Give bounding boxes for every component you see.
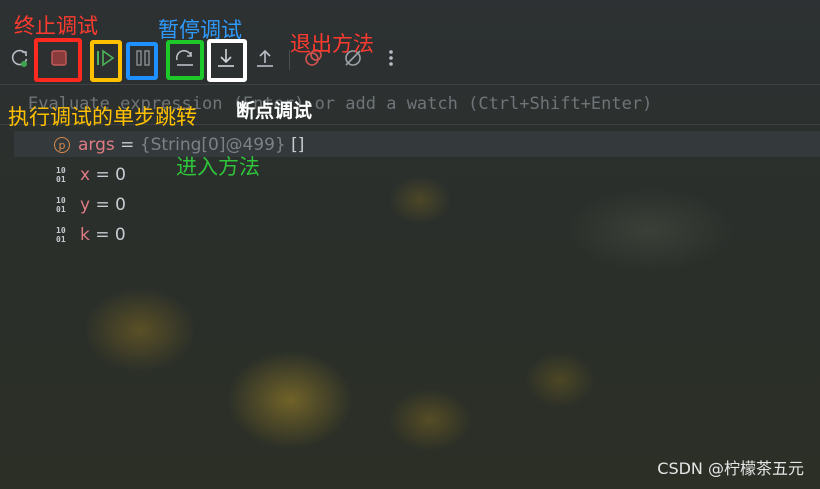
- variable-value: 0: [115, 165, 126, 185]
- param-icon: p: [54, 137, 70, 153]
- annotation-breakpoint: 断点调试: [236, 100, 313, 122]
- stop-highlight-box: [34, 38, 82, 82]
- toolbar-divider: [0, 84, 820, 85]
- debug-toolbar: [0, 36, 820, 82]
- watermark: CSDN @柠檬茶五元: [657, 459, 804, 478]
- variable-name: args: [78, 135, 115, 155]
- variable-name: y: [80, 195, 91, 215]
- variable-value: 0: [115, 195, 126, 215]
- primitive-icon: 10 01: [56, 196, 66, 214]
- annotation-pause: 暂停调试: [158, 18, 242, 42]
- variable-row-k[interactable]: 10 01 k = 0: [54, 224, 126, 246]
- primitive-icon: 10 01: [56, 166, 66, 184]
- variable-value: 0: [114, 225, 126, 245]
- variable-equals: =: [90, 165, 116, 185]
- rerun-icon[interactable]: [6, 44, 34, 72]
- more-icon[interactable]: [377, 44, 405, 72]
- step-into-highlight-box: [207, 39, 247, 82]
- primitive-icon: 10 01: [56, 226, 66, 244]
- variable-equals: =: [90, 195, 116, 215]
- step-out-icon[interactable]: [251, 44, 279, 72]
- annotation-exit-method: 退出方法: [290, 32, 374, 56]
- resume-highlight-box: [90, 40, 122, 82]
- variable-equals: =: [89, 225, 115, 245]
- annotation-enter-method: 进入方法: [176, 155, 260, 179]
- variable-equals: =: [114, 135, 140, 155]
- variable-row-x[interactable]: 10 01 x = 0: [54, 164, 126, 186]
- annotation-step: 执行调试的单步跳转: [8, 105, 197, 129]
- variable-row-y[interactable]: 10 01 y = 0: [54, 194, 126, 216]
- annotation-stop: 终止调试: [14, 14, 98, 38]
- variable-name: x: [80, 165, 91, 185]
- variable-name: k: [80, 225, 90, 245]
- step-over-highlight-box: [166, 40, 204, 80]
- variable-value: []: [291, 135, 305, 155]
- pause-highlight-box: [126, 42, 158, 80]
